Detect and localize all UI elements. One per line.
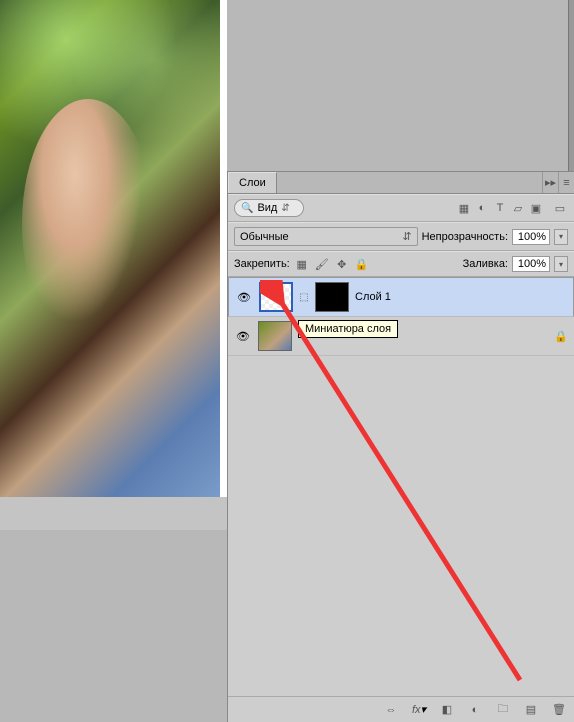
layer-row[interactable]: 👁 ⬚ Слой 1 xyxy=(228,277,574,317)
panel-footer: ⇔ fx▾ ◧ ◐ 🗀 ▤ 🗑 xyxy=(228,696,574,722)
layer-thumbnail[interactable] xyxy=(258,321,292,351)
chevron-updown-icon: ⇵ xyxy=(402,230,411,243)
new-layer-icon[interactable]: ▤ xyxy=(522,703,540,716)
opacity-value: 100% xyxy=(518,231,546,243)
smart-filter-icon[interactable]: ▣ xyxy=(528,200,544,216)
layers-list: 👁 ⬚ Слой 1 👁 Миниатюра слоя 🔒 xyxy=(228,277,574,356)
tab-label: Слои xyxy=(239,177,266,189)
document-photo[interactable] xyxy=(0,0,220,497)
tooltip: Миниатюра слоя xyxy=(298,320,398,338)
lock-icon[interactable]: 🔒 xyxy=(554,330,568,343)
tooltip-text: Миниатюра слоя xyxy=(305,323,391,335)
mask-icon[interactable]: ◧ xyxy=(438,703,456,716)
lock-all-icon[interactable]: 🔒 xyxy=(354,256,370,272)
fx-icon[interactable]: fx▾ xyxy=(410,703,428,716)
tab-layers[interactable]: Слои xyxy=(228,172,277,193)
delete-icon[interactable]: 🗑 xyxy=(550,703,568,716)
fill-value: 100% xyxy=(518,258,546,270)
lock-label: Закрепить: xyxy=(234,258,290,270)
blend-mode-value: Обычные xyxy=(240,231,289,243)
search-icon: 🔍 xyxy=(241,203,253,214)
lock-move-icon[interactable]: ✥ xyxy=(334,256,350,272)
shape-filter-icon[interactable]: ▱ xyxy=(510,200,526,216)
adjust-filter-icon[interactable]: ◐ xyxy=(474,200,490,216)
chevron-updown-icon: ⇵ xyxy=(281,203,289,214)
fill-label: Заливка: xyxy=(463,258,508,270)
filter-label: Вид xyxy=(257,202,277,214)
blend-mode-dropdown[interactable]: Обычные ⇵ xyxy=(234,227,418,246)
lock-paint-icon[interactable]: 🖌 xyxy=(314,256,330,272)
lock-transparent-icon[interactable]: ▦ xyxy=(294,256,310,272)
visibility-icon[interactable]: 👁 xyxy=(235,288,253,306)
panel-menu-icon[interactable]: ≡ xyxy=(558,172,574,193)
blend-row: Обычные ⇵ Непрозрачность: 100% ▾ xyxy=(228,222,574,251)
filter-row: 🔍 Вид ⇵ ▦ ◐ T ▱ ▣ ▭ xyxy=(228,194,574,222)
filter-icons: ▦ ◐ T ▱ ▣ xyxy=(456,200,544,216)
opacity-input[interactable]: 100% xyxy=(512,229,550,245)
canvas-area xyxy=(0,0,227,530)
lock-row: Закрепить: ▦ 🖌 ✥ 🔒 Заливка: 100% ▾ xyxy=(228,251,574,277)
layer-name[interactable]: Слой 1 xyxy=(355,291,391,303)
visibility-icon[interactable]: 👁 xyxy=(234,327,252,345)
link-icon[interactable]: ⇔ xyxy=(382,704,400,716)
image-filter-icon[interactable]: ▦ xyxy=(456,200,472,216)
layers-panel: Слои ▸▸ ≡ 🔍 Вид ⇵ ▦ ◐ T ▱ ▣ ▭ Обычные ⇵ … xyxy=(227,171,574,722)
adjustment-icon[interactable]: ◐ xyxy=(466,704,484,716)
panel-collapse-icon[interactable]: ▸▸ xyxy=(542,172,558,193)
opacity-label: Непрозрачность: xyxy=(422,231,508,243)
type-filter-icon[interactable]: T xyxy=(492,200,508,216)
group-icon[interactable]: 🗀 xyxy=(494,700,512,719)
filter-toggle-icon[interactable]: ▭ xyxy=(552,200,568,216)
canvas-background xyxy=(0,497,227,530)
panel-tab-bar: Слои ▸▸ ≡ xyxy=(228,172,574,194)
layer-mask-thumbnail[interactable] xyxy=(315,282,349,312)
layer-row[interactable]: 👁 Миниатюра слоя 🔒 xyxy=(228,317,574,356)
fill-input[interactable]: 100% xyxy=(512,256,550,272)
right-groove xyxy=(568,0,574,171)
layer-filter-dropdown[interactable]: 🔍 Вид ⇵ xyxy=(234,199,304,217)
fill-dropdown-icon[interactable]: ▾ xyxy=(554,256,568,272)
opacity-dropdown-icon[interactable]: ▾ xyxy=(554,229,568,245)
layer-thumbnail[interactable] xyxy=(259,282,293,312)
link-mask-icon[interactable]: ⬚ xyxy=(299,292,309,303)
